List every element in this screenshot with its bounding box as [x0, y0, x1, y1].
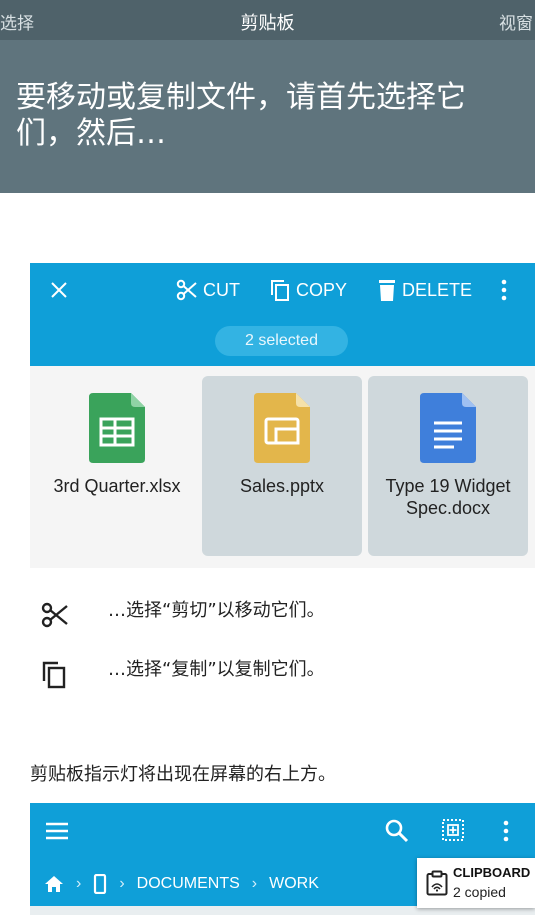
copy-icon: [42, 661, 66, 689]
menu-icon[interactable]: [44, 821, 70, 841]
cut-label: CUT: [203, 279, 240, 300]
close-icon[interactable]: [48, 279, 70, 301]
slides-file-icon: [254, 393, 310, 463]
cut-button[interactable]: CUT: [175, 277, 240, 303]
copy-label: COPY: [296, 279, 348, 300]
copy-icon: [271, 280, 289, 301]
clipboard-indicator[interactable]: CLIPBOARD 2 copied: [417, 858, 535, 908]
clipboard-note: 剪贴板指示灯将出现在屏幕的右上方。: [30, 764, 336, 785]
search-icon[interactable]: [384, 818, 410, 844]
chevron-right-icon: ›: [251, 875, 258, 892]
device-icon[interactable]: [93, 874, 107, 894]
delete-button[interactable]: DELETE: [376, 277, 472, 303]
copy-instruction-text: …选择“复制”以复制它们。: [108, 659, 325, 680]
breadcrumb-work[interactable]: WORK: [269, 875, 319, 893]
copy-button[interactable]: COPY: [268, 277, 347, 303]
chevron-right-icon: ›: [76, 875, 82, 892]
scissors-icon: [176, 279, 197, 301]
more-options-button[interactable]: [500, 277, 512, 303]
top-navigation: 选择 剪贴板 视窗: [0, 0, 535, 40]
file-tile-xlsx[interactable]: 3rd Quarter.xlsx: [37, 376, 197, 556]
home-icon[interactable]: [44, 875, 64, 893]
file-tile-pptx[interactable]: Sales.pptx: [202, 376, 362, 556]
cut-instruction: …选择“剪切”以移动它们。: [40, 596, 510, 632]
cut-instruction-text: …选择“剪切”以移动它们。: [108, 600, 325, 621]
file-tile-docx[interactable]: Type 19 Widget Spec.docx: [368, 376, 528, 556]
breadcrumb-documents[interactable]: DOCUMENTS: [137, 875, 240, 893]
selection-demo: CUT COPY DELETE 2 selected 3rd Quarter.x…: [30, 263, 535, 568]
tutorial-header: 选择 剪贴板 视窗 要移动或复制文件，请首先选择它们，然后…: [0, 0, 535, 193]
sheets-file-icon: [89, 393, 145, 463]
page-headline: 要移动或复制文件，请首先选择它们，然后…: [16, 80, 466, 151]
file-name: 3rd Quarter.xlsx: [53, 476, 181, 496]
clipboard-icon: [426, 870, 448, 896]
breadcrumb: › › DOCUMENTS › WORK: [44, 872, 319, 896]
file-name: Sales.pptx: [239, 476, 325, 496]
select-all-icon[interactable]: [441, 818, 465, 842]
nav-title: 剪贴板: [240, 13, 295, 34]
more-vert-icon[interactable]: [502, 819, 510, 843]
more-vert-icon: [501, 279, 507, 301]
trash-icon: [379, 280, 395, 301]
selection-action-bar: CUT COPY DELETE 2 selected: [30, 263, 535, 366]
file-name: Type 19 Widget Spec.docx: [385, 476, 511, 518]
delete-label: DELETE: [402, 279, 473, 300]
nav-view-button[interactable]: 视窗: [499, 9, 533, 34]
copy-instruction: …选择“复制”以复制它们。: [40, 655, 510, 691]
docs-file-icon: [420, 393, 476, 463]
clipboard-title: CLIPBOARD: [453, 865, 531, 880]
clipboard-count: 2 copied: [453, 884, 506, 900]
scissors-icon: [41, 602, 68, 628]
chevron-right-icon: ›: [119, 875, 125, 892]
selected-count-badge: 2 selected: [215, 326, 348, 356]
